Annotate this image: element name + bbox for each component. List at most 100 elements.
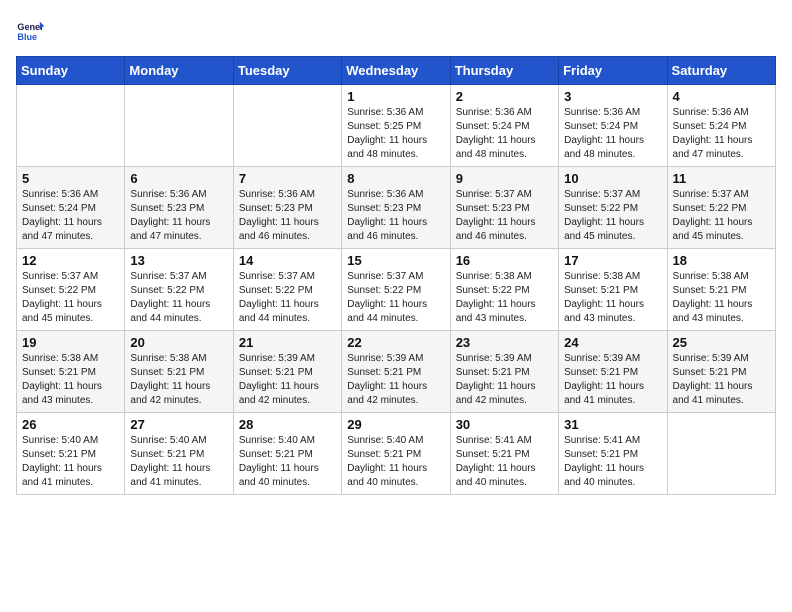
day-info: Sunrise: 5:37 AM Sunset: 5:22 PM Dayligh… bbox=[673, 188, 770, 244]
weekday-header-tuesday: Tuesday bbox=[233, 57, 341, 85]
calendar-cell: 16 Sunrise: 5:38 AM Sunset: 5:22 PM Dayli… bbox=[450, 249, 558, 331]
calendar-cell: 7Sunrise: 5:36 AM Sunset: 5:23 PM Daylig… bbox=[233, 167, 341, 249]
calendar-cell: 17 Sunrise: 5:38 AM Sunset: 5:21 PM Dayli… bbox=[559, 249, 667, 331]
day-number: 27 bbox=[130, 417, 227, 432]
weekday-header-monday: Monday bbox=[125, 57, 233, 85]
day-number: 22 bbox=[347, 335, 444, 350]
day-info: Sunrise: 5:38 AM Sunset: 5:21 PM Dayligh… bbox=[130, 352, 227, 408]
calendar-cell: 23Sunrise: 5:39 AM Sunset: 5:21 PM Dayli… bbox=[450, 331, 558, 413]
calendar-cell: 9Sunrise: 5:37 AM Sunset: 5:23 PM Daylig… bbox=[450, 167, 558, 249]
calendar-cell: 12 Sunrise: 5:37 AM Sunset: 5:22 PM Dayli… bbox=[17, 249, 125, 331]
calendar-cell: 26 Sunrise: 5:40 AM Sunset: 5:21 PM Dayli… bbox=[17, 413, 125, 495]
calendar-cell: 13Sunrise: 5:37 AM Sunset: 5:22 PM Dayli… bbox=[125, 249, 233, 331]
calendar-cell: 5 Sunrise: 5:36 AM Sunset: 5:24 PM Daylig… bbox=[17, 167, 125, 249]
weekday-header-friday: Friday bbox=[559, 57, 667, 85]
calendar-cell: 24Sunrise: 5:39 AM Sunset: 5:21 PM Dayli… bbox=[559, 331, 667, 413]
calendar-week-2: 12 Sunrise: 5:37 AM Sunset: 5:22 PM Dayli… bbox=[17, 249, 776, 331]
logo-icon: General Blue bbox=[16, 16, 44, 44]
calendar-cell: 2 Sunrise: 5:36 AM Sunset: 5:24 PM Daylig… bbox=[450, 85, 558, 167]
day-info: Sunrise: 5:36 AM Sunset: 5:24 PM Dayligh… bbox=[22, 188, 119, 244]
day-info: Sunrise: 5:37 AM Sunset: 5:22 PM Dayligh… bbox=[22, 270, 119, 326]
day-number: 20 bbox=[130, 335, 227, 350]
day-info: Sunrise: 5:39 AM Sunset: 5:21 PM Dayligh… bbox=[673, 352, 770, 408]
calendar-cell: 8 Sunrise: 5:36 AM Sunset: 5:23 PM Daylig… bbox=[342, 167, 450, 249]
day-info: Sunrise: 5:36 AM Sunset: 5:24 PM Dayligh… bbox=[456, 106, 553, 162]
day-number: 3 bbox=[564, 89, 661, 104]
calendar-cell: 19 Sunrise: 5:38 AM Sunset: 5:21 PM Dayli… bbox=[17, 331, 125, 413]
day-number: 2 bbox=[456, 89, 553, 104]
calendar-week-3: 19 Sunrise: 5:38 AM Sunset: 5:21 PM Dayli… bbox=[17, 331, 776, 413]
calendar-cell: 25 Sunrise: 5:39 AM Sunset: 5:21 PM Dayli… bbox=[667, 331, 775, 413]
calendar-cell: 21 Sunrise: 5:39 AM Sunset: 5:21 PM Dayli… bbox=[233, 331, 341, 413]
calendar-cell bbox=[667, 413, 775, 495]
calendar-cell: 30Sunrise: 5:41 AM Sunset: 5:21 PM Dayli… bbox=[450, 413, 558, 495]
day-number: 21 bbox=[239, 335, 336, 350]
calendar-cell: 11 Sunrise: 5:37 AM Sunset: 5:22 PM Dayli… bbox=[667, 167, 775, 249]
day-info: Sunrise: 5:40 AM Sunset: 5:21 PM Dayligh… bbox=[347, 434, 444, 490]
day-number: 24 bbox=[564, 335, 661, 350]
day-info: Sunrise: 5:37 AM Sunset: 5:22 PM Dayligh… bbox=[564, 188, 661, 244]
svg-text:Blue: Blue bbox=[17, 32, 37, 42]
day-info: Sunrise: 5:37 AM Sunset: 5:23 PM Dayligh… bbox=[456, 188, 553, 244]
day-info: Sunrise: 5:38 AM Sunset: 5:21 PM Dayligh… bbox=[22, 352, 119, 408]
day-number: 29 bbox=[347, 417, 444, 432]
day-number: 18 bbox=[673, 253, 770, 268]
calendar-cell: 1Sunrise: 5:36 AM Sunset: 5:25 PM Daylig… bbox=[342, 85, 450, 167]
day-number: 14 bbox=[239, 253, 336, 268]
day-info: Sunrise: 5:38 AM Sunset: 5:21 PM Dayligh… bbox=[564, 270, 661, 326]
day-number: 26 bbox=[22, 417, 119, 432]
calendar-week-1: 5 Sunrise: 5:36 AM Sunset: 5:24 PM Daylig… bbox=[17, 167, 776, 249]
day-info: Sunrise: 5:36 AM Sunset: 5:23 PM Dayligh… bbox=[130, 188, 227, 244]
day-number: 1 bbox=[347, 89, 444, 104]
calendar-cell bbox=[125, 85, 233, 167]
weekday-header-thursday: Thursday bbox=[450, 57, 558, 85]
day-number: 4 bbox=[673, 89, 770, 104]
calendar-cell: 18 Sunrise: 5:38 AM Sunset: 5:21 PM Dayli… bbox=[667, 249, 775, 331]
day-number: 15 bbox=[347, 253, 444, 268]
day-info: Sunrise: 5:36 AM Sunset: 5:24 PM Dayligh… bbox=[673, 106, 770, 162]
calendar-cell: 6 Sunrise: 5:36 AM Sunset: 5:23 PM Daylig… bbox=[125, 167, 233, 249]
day-info: Sunrise: 5:40 AM Sunset: 5:21 PM Dayligh… bbox=[130, 434, 227, 490]
day-number: 19 bbox=[22, 335, 119, 350]
page-header: General Blue bbox=[16, 16, 776, 44]
calendar-cell: 3 Sunrise: 5:36 AM Sunset: 5:24 PM Daylig… bbox=[559, 85, 667, 167]
day-info: Sunrise: 5:37 AM Sunset: 5:22 PM Dayligh… bbox=[239, 270, 336, 326]
weekday-header-sunday: Sunday bbox=[17, 57, 125, 85]
day-number: 6 bbox=[130, 171, 227, 186]
calendar-cell: 14 Sunrise: 5:37 AM Sunset: 5:22 PM Dayli… bbox=[233, 249, 341, 331]
calendar-cell bbox=[17, 85, 125, 167]
day-number: 11 bbox=[673, 171, 770, 186]
calendar-cell: 29 Sunrise: 5:40 AM Sunset: 5:21 PM Dayli… bbox=[342, 413, 450, 495]
day-number: 12 bbox=[22, 253, 119, 268]
calendar-cell: 15 Sunrise: 5:37 AM Sunset: 5:22 PM Dayli… bbox=[342, 249, 450, 331]
day-info: Sunrise: 5:38 AM Sunset: 5:21 PM Dayligh… bbox=[673, 270, 770, 326]
calendar-cell: 22 Sunrise: 5:39 AM Sunset: 5:21 PM Dayli… bbox=[342, 331, 450, 413]
day-number: 16 bbox=[456, 253, 553, 268]
day-info: Sunrise: 5:39 AM Sunset: 5:21 PM Dayligh… bbox=[239, 352, 336, 408]
day-info: Sunrise: 5:36 AM Sunset: 5:23 PM Dayligh… bbox=[347, 188, 444, 244]
day-number: 8 bbox=[347, 171, 444, 186]
day-info: Sunrise: 5:41 AM Sunset: 5:21 PM Dayligh… bbox=[456, 434, 553, 490]
day-info: Sunrise: 5:41 AM Sunset: 5:21 PM Dayligh… bbox=[564, 434, 661, 490]
day-info: Sunrise: 5:37 AM Sunset: 5:22 PM Dayligh… bbox=[347, 270, 444, 326]
day-number: 17 bbox=[564, 253, 661, 268]
day-number: 10 bbox=[564, 171, 661, 186]
calendar-header: SundayMondayTuesdayWednesdayThursdayFrid… bbox=[17, 57, 776, 85]
calendar-cell: 4 Sunrise: 5:36 AM Sunset: 5:24 PM Daylig… bbox=[667, 85, 775, 167]
day-number: 13 bbox=[130, 253, 227, 268]
calendar-week-0: 1Sunrise: 5:36 AM Sunset: 5:25 PM Daylig… bbox=[17, 85, 776, 167]
day-info: Sunrise: 5:40 AM Sunset: 5:21 PM Dayligh… bbox=[22, 434, 119, 490]
day-number: 28 bbox=[239, 417, 336, 432]
day-info: Sunrise: 5:36 AM Sunset: 5:23 PM Dayligh… bbox=[239, 188, 336, 244]
day-info: Sunrise: 5:38 AM Sunset: 5:22 PM Dayligh… bbox=[456, 270, 553, 326]
calendar-cell: 28 Sunrise: 5:40 AM Sunset: 5:21 PM Dayli… bbox=[233, 413, 341, 495]
calendar-cell: 10 Sunrise: 5:37 AM Sunset: 5:22 PM Dayli… bbox=[559, 167, 667, 249]
day-info: Sunrise: 5:39 AM Sunset: 5:21 PM Dayligh… bbox=[347, 352, 444, 408]
day-info: Sunrise: 5:40 AM Sunset: 5:21 PM Dayligh… bbox=[239, 434, 336, 490]
calendar-table: SundayMondayTuesdayWednesdayThursdayFrid… bbox=[16, 56, 776, 495]
day-number: 5 bbox=[22, 171, 119, 186]
logo: General Blue bbox=[16, 16, 48, 44]
day-info: Sunrise: 5:36 AM Sunset: 5:24 PM Dayligh… bbox=[564, 106, 661, 162]
calendar-cell: 27 Sunrise: 5:40 AM Sunset: 5:21 PM Dayli… bbox=[125, 413, 233, 495]
day-number: 25 bbox=[673, 335, 770, 350]
